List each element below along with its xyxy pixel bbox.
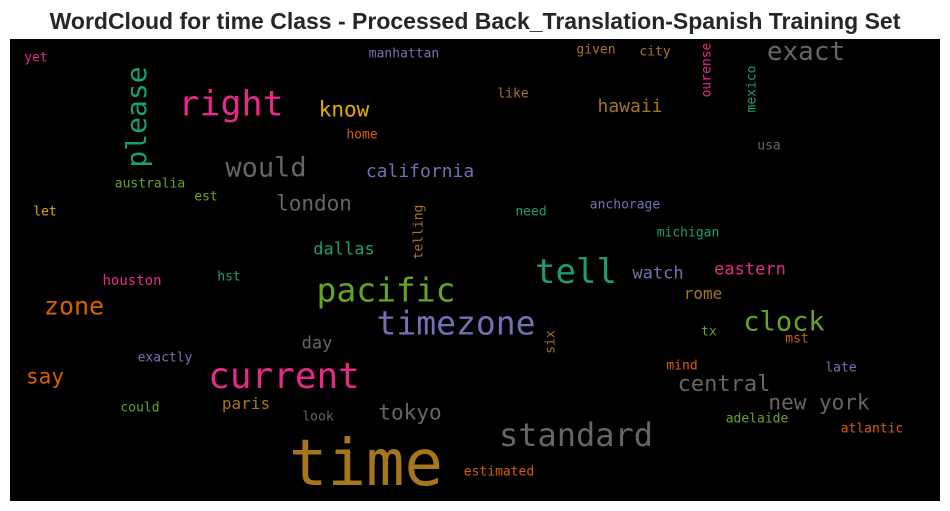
word-please: please: [120, 66, 153, 168]
word-mst: mst: [785, 331, 809, 347]
word-yet: yet: [24, 50, 48, 66]
word-late: late: [825, 360, 857, 376]
word-like: like: [497, 86, 529, 102]
word-need: need: [515, 204, 547, 220]
word-dallas: dallas: [313, 239, 375, 260]
word-ourense: ourense: [699, 42, 715, 98]
word-atlantic: atlantic: [840, 421, 904, 437]
word-tokyo: tokyo: [378, 400, 442, 425]
word-standard: standard: [498, 416, 654, 454]
word-time: time: [288, 427, 444, 501]
word-hawaii: hawaii: [597, 96, 663, 117]
word-telling: telling: [411, 204, 427, 260]
word-look: look: [302, 409, 334, 425]
word-california: california: [365, 161, 475, 182]
word-clock: clock: [743, 306, 825, 338]
word-exactly: exactly: [137, 350, 193, 366]
word-australia: australia: [114, 176, 186, 192]
word-current: current: [208, 356, 360, 397]
word-estimated: estimated: [463, 464, 535, 480]
word-usa: usa: [757, 138, 781, 154]
word-michigan: michigan: [656, 225, 720, 241]
word-home: home: [346, 127, 378, 143]
word-pacific: pacific: [316, 270, 456, 310]
word-rome: rome: [683, 284, 723, 303]
word-given: given: [576, 42, 616, 58]
word-six: six: [543, 330, 559, 354]
word-city: city: [639, 44, 671, 60]
word-houston: houston: [102, 273, 162, 289]
chart-title: WordCloud for time Class - Processed Bac…: [49, 8, 901, 34]
word-new-york: new york: [768, 390, 870, 415]
word-say: say: [26, 364, 64, 389]
word-central: central: [677, 372, 771, 397]
word-tx: tx: [701, 324, 717, 340]
word-eastern: eastern: [714, 259, 786, 280]
word-london: london: [276, 191, 352, 216]
word-know: know: [318, 97, 370, 122]
word-anchorage: anchorage: [589, 197, 661, 213]
word-would: would: [225, 152, 307, 184]
word-watch: watch: [632, 263, 684, 284]
word-manhattan: manhattan: [368, 46, 440, 62]
word-est: est: [194, 189, 218, 205]
word-timezone: timezone: [376, 303, 536, 343]
word-hst: hst: [217, 269, 241, 285]
word-day: day: [301, 333, 333, 354]
word-right: right: [178, 84, 284, 125]
word-mexico: mexico: [744, 65, 760, 113]
word-tell: tell: [535, 252, 617, 292]
word-could: could: [120, 400, 160, 416]
wordcloud-canvas: time current timezone pacific standard tell ri…: [10, 39, 940, 501]
word-zone: zone: [43, 291, 105, 321]
word-exact: exact: [766, 39, 846, 67]
word-mind: mind: [666, 358, 698, 374]
word-let: let: [33, 204, 57, 220]
word-paris: paris: [221, 394, 271, 413]
word-adelaide: adelaide: [725, 411, 789, 427]
